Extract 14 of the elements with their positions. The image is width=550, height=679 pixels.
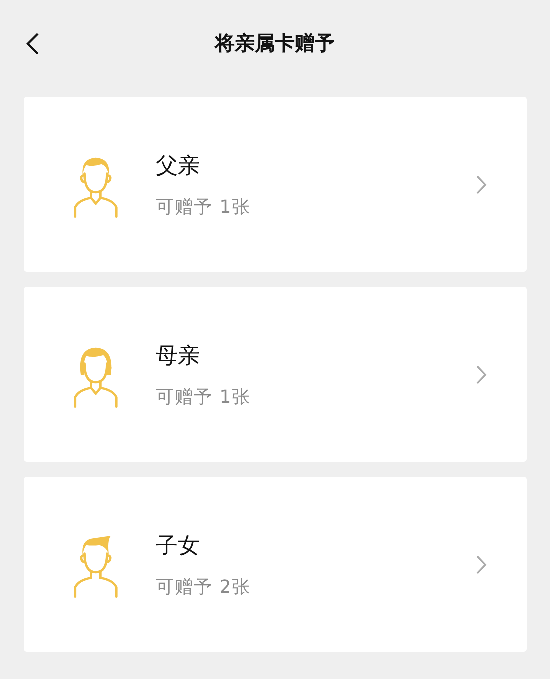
page-title: 将亲属卡赠予: [215, 30, 335, 57]
card-count: 可赠予 1张: [156, 196, 252, 218]
chevron-right-icon: [476, 174, 487, 194]
member-name: 母亲: [156, 342, 201, 370]
back-icon: [26, 32, 40, 56]
member-name: 父亲: [156, 152, 201, 180]
member-card[interactable]: 父亲 可赠予 1张: [24, 97, 527, 272]
chevron-right-icon: [476, 554, 487, 574]
card-count: 可赠予 1张: [156, 386, 252, 408]
member-card[interactable]: 子女 可赠予 2张: [24, 477, 527, 652]
member-card[interactable]: 母亲 可赠予 1张: [24, 287, 527, 462]
card-count: 可赠予 2张: [156, 576, 252, 598]
member-name: 子女: [156, 532, 201, 560]
chevron-right-icon: [476, 364, 487, 384]
